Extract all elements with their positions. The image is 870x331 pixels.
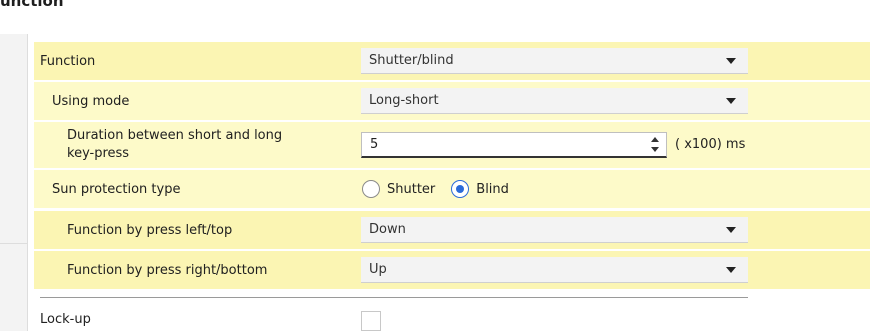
function-label: Function: [40, 53, 96, 69]
chevron-down-icon: [726, 267, 736, 273]
chevron-down-icon: [726, 98, 736, 104]
section-header: unction: [0, 0, 870, 28]
row-press-left: Function by press left/top Down: [34, 211, 870, 249]
chevron-down-icon: [726, 227, 736, 233]
press-left-select-value: Down: [369, 222, 406, 237]
radio-blind-label[interactable]: Blind: [476, 182, 509, 197]
duration-label: Duration between short and long key-pres…: [67, 128, 283, 161]
function-select-value: Shutter/blind: [369, 53, 454, 68]
duration-value: 5: [370, 137, 379, 152]
sun-protection-label: Sun protection type: [52, 181, 181, 197]
press-right-select[interactable]: Up: [361, 257, 748, 283]
parameter-page: unction Function Shutter/blind Using mod…: [0, 0, 870, 331]
using-mode-label: Using mode: [52, 93, 130, 109]
section-divider: [40, 297, 748, 298]
lock-up-checkbox[interactable]: [361, 311, 381, 331]
using-mode-select[interactable]: Long-short: [361, 88, 748, 114]
duration-spinner[interactable]: 5: [361, 132, 667, 158]
using-mode-select-value: Long-short: [369, 93, 439, 108]
section-title: unction: [0, 0, 64, 10]
row-duration: Duration between short and long key-pres…: [34, 122, 870, 168]
spin-down-icon[interactable]: [651, 147, 659, 152]
sun-protection-radio-group: Shutter Blind: [362, 170, 525, 208]
left-rail-notch: [0, 243, 27, 244]
spin-up-icon[interactable]: [651, 137, 659, 142]
press-right-select-value: Up: [369, 262, 387, 277]
radio-shutter-label[interactable]: Shutter: [387, 182, 435, 197]
row-using-mode: Using mode Long-short: [34, 82, 870, 120]
row-sun-protection: Sun protection type Shutter Blind: [34, 170, 870, 208]
left-rail-divider: [27, 34, 28, 331]
press-right-label: Function by press right/bottom: [67, 262, 268, 278]
duration-unit: ( x100) ms: [675, 137, 746, 152]
lock-up-label: Lock-up: [40, 312, 91, 327]
row-function: Function Shutter/blind: [34, 42, 870, 80]
chevron-down-icon: [726, 58, 736, 64]
radio-shutter[interactable]: [362, 180, 380, 198]
spin-arrows-icon[interactable]: [650, 136, 660, 154]
press-left-label: Function by press left/top: [67, 222, 233, 238]
radio-blind[interactable]: [451, 180, 470, 198]
press-left-select[interactable]: Down: [361, 217, 748, 243]
left-rail: [0, 34, 27, 331]
row-press-right: Function by press right/bottom Up: [34, 251, 870, 289]
function-select[interactable]: Shutter/blind: [361, 48, 748, 74]
